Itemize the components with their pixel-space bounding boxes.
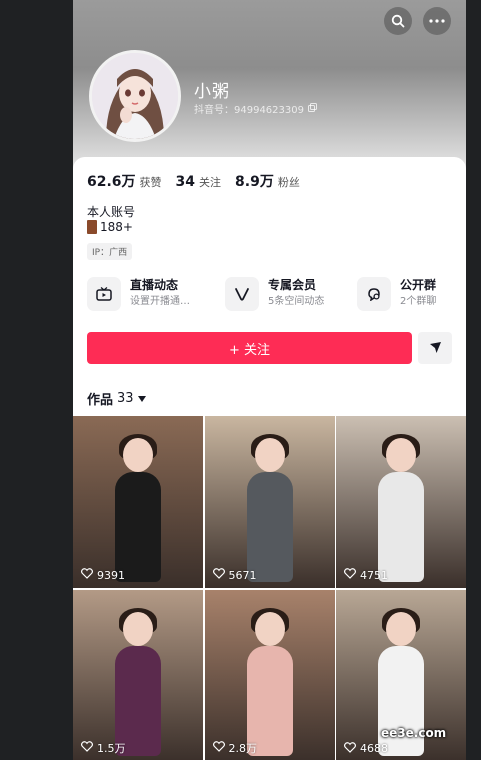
feature-group[interactable]: 公开群 2个群聊 [357,277,436,317]
video-like-count: 1.5万 [81,740,126,756]
thumbnail-figure [111,607,165,760]
feature-group-subtitle: 2个群聊 [400,296,437,307]
feature-row: 直播动态 设置开播通… 专属会员 5条空间动态 公开群 2个群聊 [87,277,457,317]
live-icon [87,277,121,311]
douyin-id: 抖音号：94994623309 [194,101,317,116]
thumbnail-face [123,611,153,646]
followers-count[interactable]: 8.9万 [235,171,274,191]
heart-icon [212,740,225,755]
heart-icon [344,741,356,756]
share-button[interactable] [418,332,452,364]
thumbnail-face [386,611,416,646]
works-tab-label: 作品 [87,393,114,408]
profile-name: 小粥 [194,82,230,102]
door-icon [87,220,97,234]
thumbnail-outfit [378,472,424,582]
search-button[interactable] [384,7,412,35]
video-like-count-text: 4751 [360,568,388,582]
thumbnail-figure [243,434,297,588]
sort-dropdown-icon[interactable] [137,391,146,406]
vip-icon [225,277,259,311]
left-background [0,0,73,760]
feature-live-subtitle: 设置开播通… [130,296,190,307]
feature-live[interactable]: 直播动态 设置开播通… [87,277,190,317]
video-like-count: 5671 [212,568,257,582]
more-icon [429,19,445,23]
heart-icon [344,568,356,582]
bio-line-1: 本人账号 [87,205,136,219]
video-thumbnail[interactable]: 1.5万 [73,589,203,760]
feature-vip-subtitle: 5条空间动态 [268,296,325,307]
douyin-id-text: 抖音号：94994623309 [194,105,304,116]
video-like-count-text: 9391 [97,568,125,582]
copy-icon[interactable] [308,102,317,115]
following-count[interactable]: 34 [176,174,195,190]
video-like-count-text: 2.8万 [228,741,258,755]
video-thumbnail[interactable]: 2.8万 [204,589,335,760]
follow-button[interactable]: + 关注 [87,332,412,364]
video-like-count: 2.8万 [212,740,258,756]
ip-location-text: IP：广西 [92,248,128,258]
video-like-count-text: 4688 [360,742,388,755]
thumbnail-outfit [246,472,293,582]
profile-card: 62.6万 获赞 34 关注 8.9万 粉丝 本人账号 188+ IP：广西 直… [73,157,466,760]
profile-stats: 62.6万 获赞 34 关注 8.9万 粉丝 [87,171,314,191]
heart-icon [81,568,93,582]
video-grid: 9391 5671 4751 1.5万 2.8万 4688 [73,416,466,760]
bio-line-2: 188+ [87,220,133,234]
video-like-count: 9391 [81,568,125,582]
video-like-count-text: 1.5万 [97,741,126,755]
feature-vip[interactable]: 专属会员 5条空间动态 [225,277,324,317]
likes-count[interactable]: 62.6万 [87,171,136,191]
works-tab[interactable]: 作品 33 [87,389,146,408]
thumbnail-figure [374,434,428,588]
group-chat-icon [357,277,391,311]
bio-line-2-text: 188+ [100,220,133,234]
video-thumbnail[interactable]: 9391 [73,416,203,588]
feature-group-title: 公开群 [400,278,437,292]
video-thumbnail[interactable]: 4751 [336,416,466,588]
following-label: 关注 [199,176,222,189]
thumbnail-face [254,438,285,472]
likes-label: 获赞 [139,176,162,189]
feature-vip-title: 专属会员 [268,278,317,292]
ip-location-tag: IP：广西 [87,243,133,260]
video-like-count: 4688 [344,741,388,756]
thumbnail-figure [111,434,165,588]
heart-icon [81,740,93,755]
search-icon [391,14,405,28]
profile-page: 小粥 抖音号：94994623309 62.6万 获赞 34 关注 8.9万 粉… [73,0,466,760]
video-like-count-text: 5671 [228,568,257,582]
thumbnail-face [386,438,416,472]
thumbnail-outfit [115,472,161,582]
works-count: 33 [117,391,134,406]
right-background [466,0,481,760]
watermark: ee3e.com [381,726,447,740]
video-thumbnail[interactable]: 5671 [204,416,335,588]
heart-icon [212,568,225,582]
followers-label: 粉丝 [277,176,300,189]
thumbnail-face [123,438,153,472]
thumbnail-face [254,611,285,646]
avatar[interactable] [89,50,181,142]
share-icon [429,339,442,358]
video-like-count: 4751 [344,568,388,582]
more-button[interactable] [423,7,451,35]
feature-live-title: 直播动态 [130,278,179,292]
thumbnail-figure [243,607,297,760]
profile-header: 小粥 抖音号：94994623309 [73,0,466,170]
